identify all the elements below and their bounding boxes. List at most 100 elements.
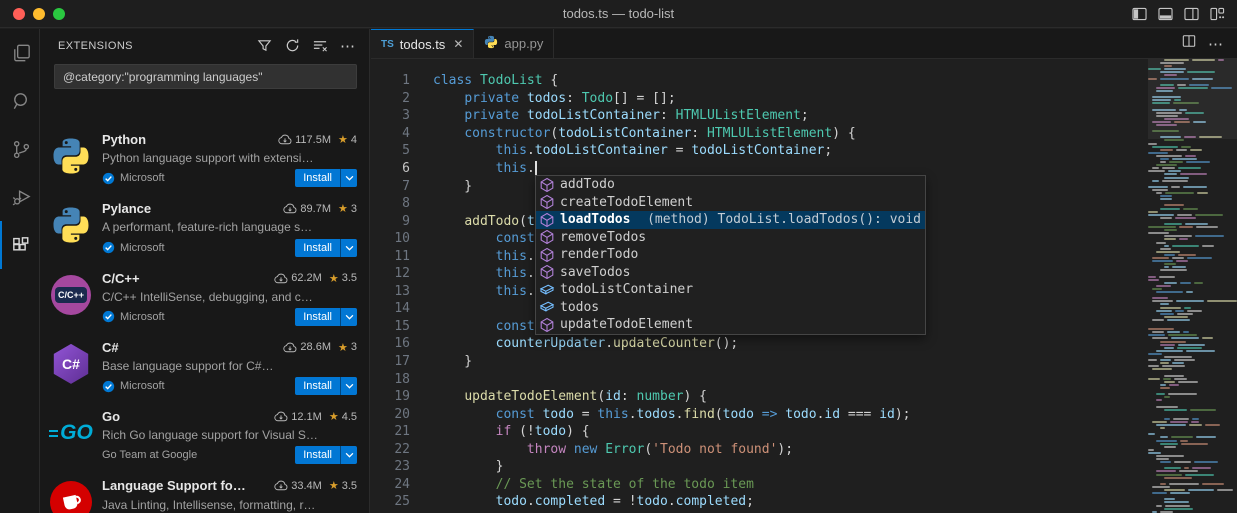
maximize-window-button[interactable] (53, 8, 65, 20)
customize-layout-icon[interactable] (1210, 7, 1225, 21)
rating-star-icon: ★ (338, 202, 348, 215)
install-dropdown-button[interactable] (340, 377, 357, 395)
install-button[interactable]: Install (295, 446, 340, 464)
sidebar-item-extensions[interactable] (0, 221, 40, 269)
suggest-item[interactable]: addTodo (536, 176, 925, 194)
install-dropdown-button[interactable] (340, 446, 357, 464)
traffic-lights (0, 8, 65, 20)
extension-list-item[interactable]: GOGo12.1M★4.5Rich Go language support fo… (40, 401, 369, 470)
editor-more-actions-icon[interactable]: ⋯ (1208, 35, 1223, 53)
line-number: 2 (371, 91, 410, 106)
extension-rating: 4 (351, 134, 357, 146)
field-symbol-icon (539, 299, 555, 315)
verified-publisher-icon (102, 241, 115, 254)
extension-name: Python (102, 132, 146, 147)
line-number: 20 (371, 407, 410, 422)
suggest-label: saveTodos (560, 265, 630, 280)
line-number: 11 (371, 249, 410, 264)
field-symbol-icon (539, 282, 555, 298)
split-editor-icon[interactable] (1182, 34, 1196, 53)
minimap[interactable] (1148, 59, 1237, 513)
tab-label: app.py (504, 36, 543, 51)
line-number: 18 (371, 372, 410, 387)
install-button[interactable]: Install (295, 308, 340, 326)
extension-description: Rich Go language support for Visual S… (102, 428, 357, 442)
code-line[interactable]: 3 private todoListContainer: HTMLUListEl… (371, 107, 1148, 125)
close-tab-icon[interactable]: ✕ (453, 37, 463, 51)
code-line[interactable]: 16 counterUpdater.updateCounter(); (371, 335, 1148, 353)
toggle-secondary-sidebar-icon[interactable] (1184, 7, 1199, 21)
install-dropdown-button[interactable] (340, 239, 357, 257)
minimize-window-button[interactable] (33, 8, 45, 20)
minimap-slider[interactable] (1148, 59, 1237, 139)
more-actions-icon[interactable]: ⋯ (339, 37, 357, 55)
code-line[interactable]: 22 throw new Error('Todo not found'); (371, 440, 1148, 458)
code-line[interactable]: 20 const todo = this.todos.find(todo => … (371, 405, 1148, 423)
code-line[interactable]: 18 (371, 370, 1148, 388)
install-split-button: Install (295, 446, 357, 464)
suggest-item[interactable]: renderTodo (536, 246, 925, 264)
suggest-item[interactable]: saveTodos (536, 264, 925, 282)
extension-description: Python language support with extensi… (102, 151, 357, 165)
line-number: 16 (371, 336, 410, 351)
toggle-primary-sidebar-icon[interactable] (1132, 7, 1147, 21)
install-dropdown-button[interactable] (340, 169, 357, 187)
extension-list-item[interactable]: Python117.5M★4Python language support wi… (40, 124, 369, 193)
code-line[interactable]: 19 updateTodoElement(id: number) { (371, 388, 1148, 406)
extension-publisher: Go Team at Google (102, 449, 197, 461)
sidebar-item-run-debug[interactable] (0, 173, 40, 221)
extension-list-item[interactable]: Language Support fo…33.4M★3.5Java Lintin… (40, 470, 369, 513)
toggle-panel-icon[interactable] (1158, 7, 1173, 21)
line-number: 14 (371, 301, 410, 316)
filter-icon[interactable] (255, 37, 273, 55)
suggest-item[interactable]: todos (536, 299, 925, 317)
code-line[interactable]: 2 private todos: Todo[] = []; (371, 90, 1148, 108)
clear-search-results-icon[interactable] (311, 37, 329, 55)
install-split-button: Install (295, 308, 357, 326)
code-line[interactable]: 23 } (371, 458, 1148, 476)
tab-todos-ts[interactable]: TS todos.ts ✕ (371, 29, 474, 58)
tab-app-py[interactable]: app.py (474, 29, 554, 58)
code-line[interactable]: 1class TodoList { (371, 72, 1148, 90)
code-line[interactable]: 21 if (!todo) { (371, 423, 1148, 441)
method-symbol-icon (539, 317, 555, 333)
extension-publisher: Microsoft (120, 172, 165, 184)
suggest-label: removeTodos (560, 230, 646, 245)
extension-downloads: 117.5M (295, 134, 331, 146)
line-number: 15 (371, 319, 410, 334)
line-number: 10 (371, 231, 410, 246)
line-number: 17 (371, 354, 410, 369)
install-button[interactable]: Install (295, 169, 340, 187)
extension-list-item[interactable]: Pylance89.7M★3A performant, feature-rich… (40, 193, 369, 262)
code-line[interactable]: 25 todo.completed = !todo.completed; (371, 493, 1148, 511)
code-line[interactable]: 24 // Set the state of the todo item (371, 476, 1148, 494)
suggest-item[interactable]: loadTodos(method) TodoList.loadTodos(): … (536, 211, 925, 229)
rating-star-icon: ★ (329, 410, 339, 423)
verified-publisher-icon (102, 380, 115, 393)
method-symbol-icon (539, 194, 555, 210)
code-line[interactable]: 5 this.todoListContainer = todoListConta… (371, 142, 1148, 160)
refresh-icon[interactable] (283, 37, 301, 55)
suggest-item[interactable]: createTodoElement (536, 194, 925, 212)
suggest-item[interactable]: updateTodoElement (536, 316, 925, 334)
close-window-button[interactable] (13, 8, 25, 20)
sidebar-item-source-control[interactable] (0, 125, 40, 173)
extension-rating: 4.5 (342, 411, 357, 423)
install-dropdown-button[interactable] (340, 308, 357, 326)
suggest-item[interactable]: todoListContainer (536, 281, 925, 299)
install-button[interactable]: Install (295, 239, 340, 257)
sidebar-item-explorer[interactable] (0, 29, 40, 77)
extensions-search-input[interactable] (55, 70, 356, 84)
extension-description: Java Linting, Intellisense, formatting, … (102, 498, 357, 512)
install-split-button: Install (295, 169, 357, 187)
extension-list-item[interactable]: C/C++C/C++62.2M★3.5C/C++ IntelliSense, d… (40, 263, 369, 332)
code-line[interactable]: 17 } (371, 353, 1148, 371)
text-cursor (535, 161, 537, 176)
sidebar-item-search[interactable] (0, 77, 40, 125)
downloads-icon (274, 273, 288, 284)
extension-list-item[interactable]: C#C#28.6M★3Base language support for C#…… (40, 332, 369, 401)
install-button[interactable]: Install (295, 377, 340, 395)
suggest-item[interactable]: removeTodos (536, 229, 925, 247)
code-line[interactable]: 4 constructor(todoListContainer: HTMLULi… (371, 125, 1148, 143)
extension-description: C/C++ IntelliSense, debugging, and c… (102, 290, 357, 304)
